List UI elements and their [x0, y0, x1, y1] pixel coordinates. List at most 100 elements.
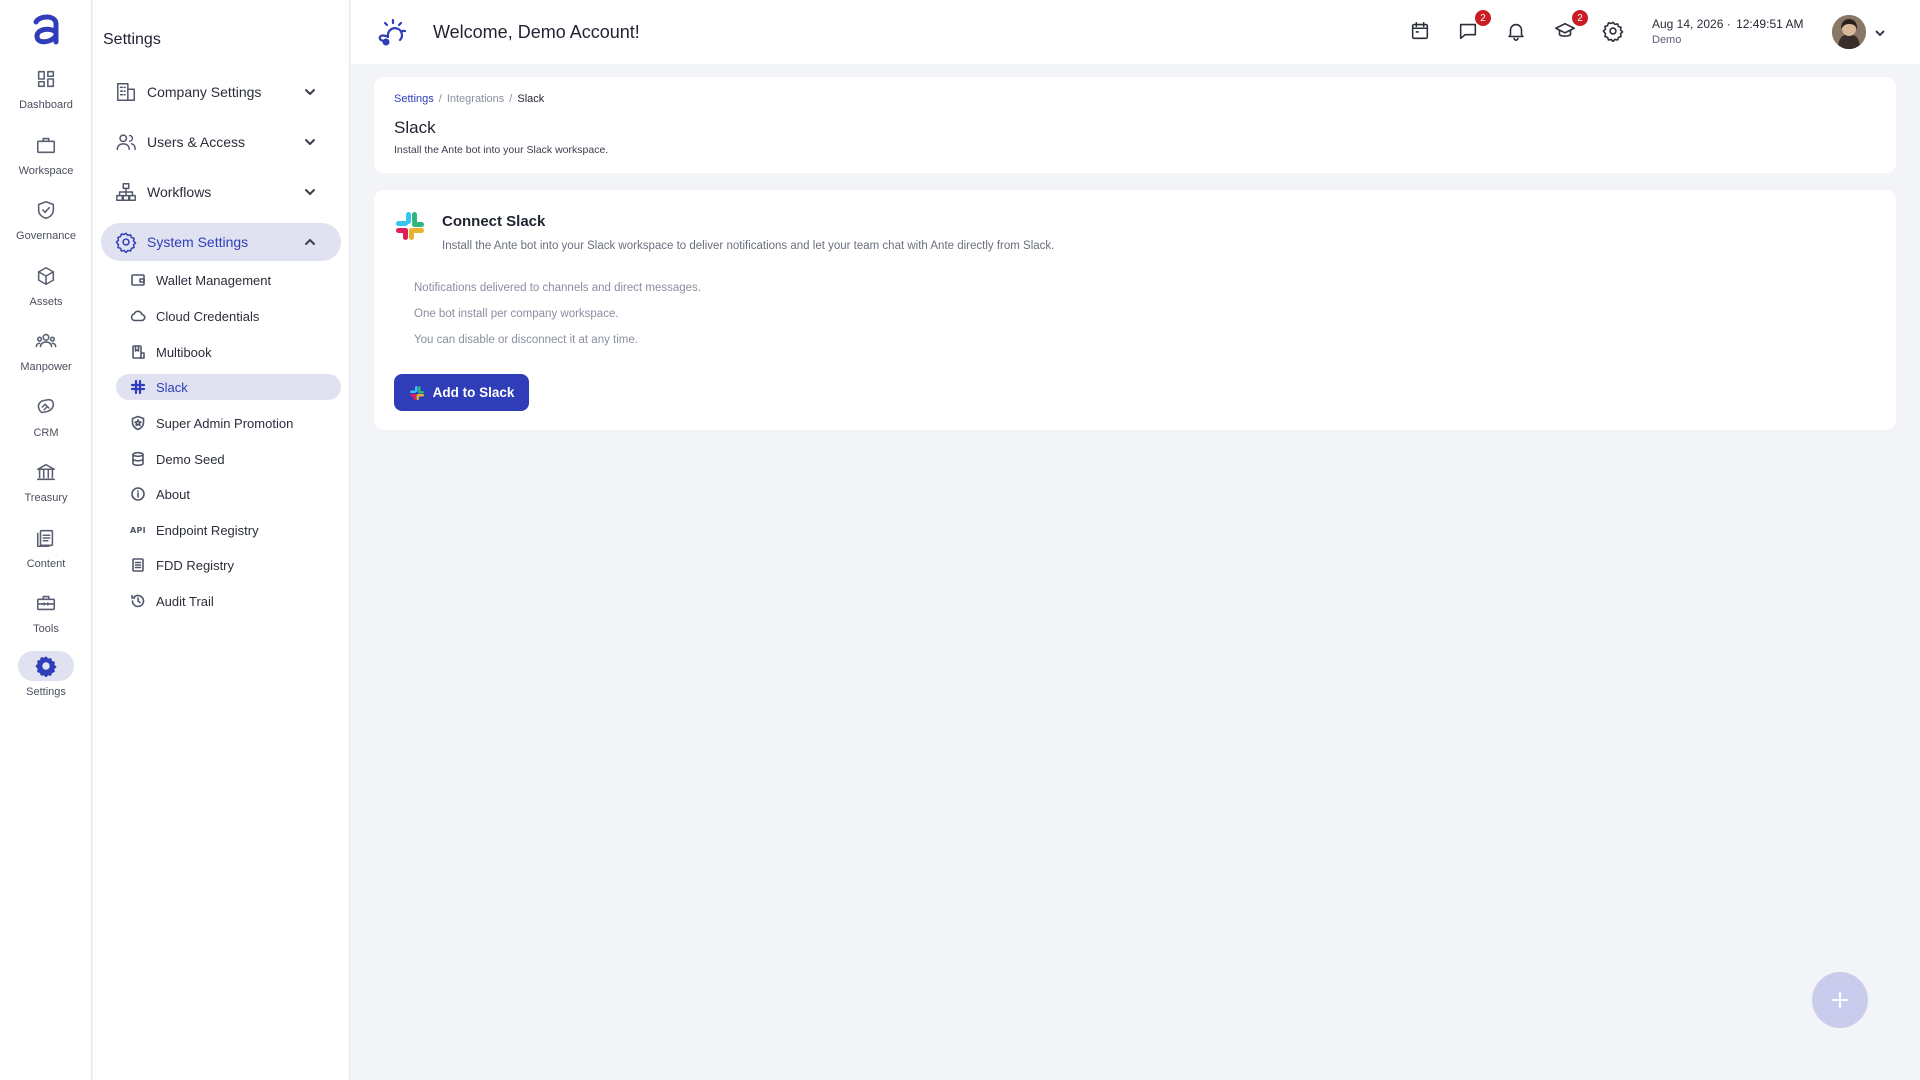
add-to-slack-button[interactable]: Add to Slack — [394, 374, 529, 411]
datetime-display: Aug 14, 2026 · 12:49:51 AM — [1652, 17, 1803, 31]
rail-label: Treasury — [24, 492, 68, 504]
sidebar-item-demo-seed[interactable]: Demo Seed — [116, 446, 341, 472]
rail-item-workspace[interactable]: Workspace — [0, 130, 92, 190]
chevron-up-icon — [303, 235, 317, 249]
sidebar-item-label: Cloud Credentials — [156, 308, 260, 324]
top-header: Welcome, Demo Account! 2 2 Aug 14, 2026 … — [351, 0, 1920, 64]
breadcrumb-settings[interactable]: Settings — [394, 93, 434, 105]
page-title: Slack — [394, 118, 436, 137]
rail-item-settings[interactable]: Settings — [0, 651, 92, 711]
graduation-cap-icon — [1555, 22, 1575, 37]
rail-label: Content — [26, 558, 66, 570]
sidebar-item-wallet-management[interactable]: Wallet Management — [116, 267, 341, 293]
sidebar-item-slack[interactable]: Slack — [116, 374, 341, 400]
add-to-slack-label: Add to Slack — [432, 385, 515, 400]
slack-logo-icon — [409, 385, 424, 400]
notifications-button[interactable] — [1505, 20, 1529, 44]
gear-icon — [18, 651, 74, 681]
sidebar-item-about[interactable]: About — [116, 481, 341, 507]
account-name: Demo — [1652, 34, 1682, 46]
sidebar-group-label: Users & Access — [147, 134, 246, 150]
app-logo-icon[interactable] — [28, 12, 64, 48]
chevron-down-icon — [1875, 30, 1885, 37]
sidebar-item-audit-trail[interactable]: Audit Trail — [116, 588, 341, 614]
chat-icon — [1459, 23, 1477, 40]
rail-label: Governance — [16, 230, 76, 242]
sidebar-group-label: Company Settings — [147, 84, 262, 100]
sidebar-item-label: Super Admin Promotion — [156, 415, 294, 431]
shield-star-icon — [130, 415, 146, 431]
database-icon — [130, 451, 146, 467]
rail-item-dashboard[interactable]: Dashboard — [0, 64, 92, 124]
sidebar-item-label: Slack — [156, 379, 188, 395]
sidebar-title: Settings — [103, 31, 161, 48]
chevron-down-icon — [303, 185, 317, 199]
settings-sidebar: Settings Company Settings Users & Access… — [93, 0, 350, 1080]
messages-button[interactable]: 2 — [1457, 10, 1491, 44]
sidebar-group-label: System Settings — [147, 234, 249, 250]
sidebar-item-multibook[interactable]: Multibook — [116, 339, 341, 365]
api-icon: API — [130, 522, 146, 538]
toolbox-icon — [18, 588, 74, 618]
rail-item-crm[interactable]: CRM — [0, 392, 92, 452]
floating-add-button[interactable] — [1812, 972, 1868, 1028]
messages-badge: 2 — [1475, 10, 1491, 26]
rail-item-content[interactable]: Content — [0, 523, 92, 583]
list-doc-icon — [130, 557, 146, 573]
sidebar-item-super-admin-promotion[interactable]: Super Admin Promotion — [116, 410, 341, 436]
sidebar-item-label: FDD Registry — [156, 557, 235, 573]
building-icon — [115, 81, 137, 103]
slack-logo-icon — [396, 212, 424, 240]
sidebar-group-system-settings[interactable]: System Settings — [101, 223, 341, 261]
avatar[interactable] — [1832, 15, 1866, 49]
calendar-icon — [1411, 21, 1429, 40]
sidebar-group-users-access[interactable]: Users & Access — [101, 123, 341, 161]
shield-check-icon — [18, 195, 74, 225]
sidebar-item-label: About — [156, 486, 190, 502]
gear-icon — [115, 231, 137, 254]
brand-mark-icon — [378, 18, 407, 46]
rail-label: Settings — [26, 686, 66, 698]
cloud-icon — [130, 308, 146, 324]
rail-item-treasury[interactable]: Treasury — [0, 457, 92, 517]
plus-icon — [1832, 992, 1848, 1008]
sidebar-item-fdd-registry[interactable]: FDD Registry — [116, 552, 341, 578]
rail-item-governance[interactable]: Governance — [0, 195, 92, 255]
book-icon — [130, 344, 146, 360]
rail-label: Dashboard — [19, 99, 73, 111]
breadcrumb: Settings / Integrations / Slack — [394, 93, 545, 105]
rail-label: Tools — [33, 623, 59, 635]
sidebar-group-workflows[interactable]: Workflows — [101, 173, 341, 211]
calendar-button[interactable] — [1409, 20, 1433, 44]
rail-label: Manpower — [20, 361, 72, 373]
chevron-down-icon — [303, 85, 317, 99]
learning-button[interactable]: 2 — [1554, 10, 1588, 44]
feature-item: Notifications delivered to channels and … — [414, 282, 702, 294]
breadcrumb-integrations[interactable]: Integrations — [447, 93, 504, 105]
users-icon — [115, 131, 137, 153]
rail-item-tools[interactable]: Tools — [0, 588, 92, 648]
account-menu-toggle[interactable] — [1874, 26, 1886, 38]
page-header-card: Settings / Integrations / Slack Slack Instal… — [374, 77, 1896, 173]
learning-badge: 2 — [1572, 10, 1588, 26]
bell-icon — [1508, 23, 1524, 41]
feature-item: You can disable or disconnect it at any … — [414, 334, 638, 346]
connect-slack-card: Connect Slack Install the Ante bot into … — [374, 190, 1896, 430]
sidebar-item-label: Demo Seed — [156, 451, 225, 467]
sidebar-item-label: Wallet Management — [156, 272, 272, 288]
rail-item-manpower[interactable]: Manpower — [0, 326, 92, 386]
connect-description: Install the Ante bot into your Slack wor… — [442, 240, 1055, 252]
history-icon — [130, 593, 146, 609]
hashtag-icon — [130, 379, 146, 395]
sidebar-item-cloud-credentials[interactable]: Cloud Credentials — [116, 303, 341, 329]
rail-label: Assets — [29, 296, 63, 308]
sidebar-group-company-settings[interactable]: Company Settings — [101, 73, 341, 111]
settings-button[interactable] — [1602, 20, 1626, 44]
people-icon — [18, 326, 74, 356]
briefcase-icon — [18, 130, 74, 160]
cube-icon — [18, 261, 74, 291]
rail-item-assets[interactable]: Assets — [0, 261, 92, 321]
info-icon — [130, 486, 146, 502]
sidebar-item-endpoint-registry[interactable]: API Endpoint Registry — [116, 517, 341, 543]
rail-label: CRM — [33, 427, 59, 439]
